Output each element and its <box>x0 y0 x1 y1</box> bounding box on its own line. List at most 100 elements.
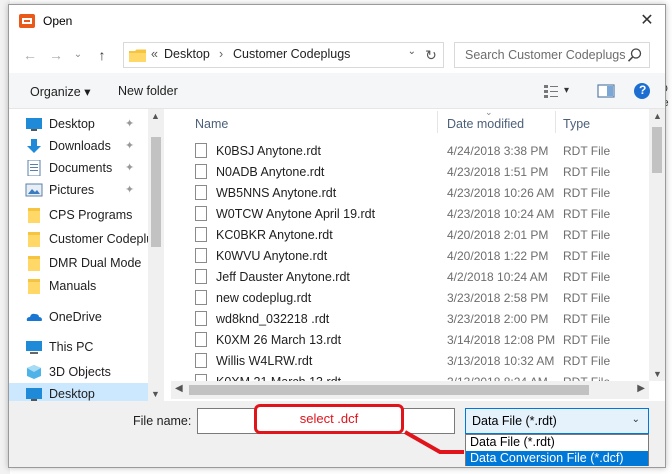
nav-item-pictures[interactable]: Pictures ✦ <box>25 179 163 201</box>
scroll-up-arrow-icon[interactable]: ▲ <box>151 111 160 121</box>
nav-item-cps-programs[interactable]: CPS Programs <box>25 204 163 226</box>
file-type-dropdown[interactable]: Data File (*.rdt) ⌄ <box>465 408 649 434</box>
nav-item-desktop[interactable]: Desktop ✦ <box>25 113 163 135</box>
recent-locations-icon[interactable]: ⌄ <box>69 46 87 64</box>
nav-item-label: Documents <box>49 161 113 175</box>
nav-item-label: Desktop <box>49 117 95 131</box>
file-list-horizontal-scrollbar[interactable]: ◀ ▶ <box>171 381 649 399</box>
file-date: 4/2/2018 10:24 AM <box>447 270 548 284</box>
nav-item-3d-objects[interactable]: 3D Objects <box>25 361 163 383</box>
breadcrumb-desktop[interactable]: Desktop <box>164 47 210 61</box>
file-type: RDT File <box>563 186 611 200</box>
scroll-right-arrow-icon[interactable]: ▶ <box>637 383 645 394</box>
file-type: RDT File <box>563 354 611 368</box>
open-file-dialog: Open ✕ ← → ⌄ ↑ « Desktop › Customer Code… <box>8 4 666 468</box>
nav-item-dmr-dual-mode[interactable]: DMR Dual Mode <box>25 252 163 274</box>
nav-item-label: Manuals <box>49 279 97 293</box>
folder-icon <box>28 256 40 271</box>
file-type: RDT File <box>563 228 611 242</box>
refresh-icon[interactable]: ↻ <box>421 45 441 65</box>
file-icon <box>195 311 207 326</box>
scrollbar-thumb[interactable] <box>189 385 589 395</box>
view-menu-chevron-icon[interactable]: ▾ <box>564 85 569 96</box>
file-row[interactable]: K0BSJ Anytone.rdt 4/24/2018 3:38 PM RDT Fi… <box>171 140 649 161</box>
annotation-callout: select .dcf <box>254 404 404 434</box>
callout-text: select .dcf <box>299 411 359 426</box>
scroll-down-arrow-icon[interactable]: ▼ <box>653 369 662 379</box>
scrollbar-thumb[interactable] <box>151 137 161 247</box>
scroll-down-arrow-icon[interactable]: ▼ <box>151 389 160 399</box>
address-bar[interactable]: « Desktop › Customer Codeplugs ⌄ <box>123 42 444 68</box>
file-name: KC0BKR Anytone.rdt <box>216 228 333 242</box>
back-arrow-icon[interactable]: ← <box>21 46 39 64</box>
file-name: W0TCW Anytone April 19.rdt <box>216 207 376 221</box>
folder-icon <box>129 49 146 62</box>
file-type-option-rdt[interactable]: Data File (*.rdt) <box>466 435 648 450</box>
close-icon[interactable]: ✕ <box>637 11 657 31</box>
file-row[interactable]: wd8knd_032218 .rdt 3/23/2018 2:00 PM RDT F… <box>171 308 649 329</box>
preview-pane-icon[interactable] <box>596 82 616 100</box>
search-placeholder: Search Customer Codeplugs <box>465 48 626 62</box>
file-row[interactable]: N0ADB Anytone.rdt 4/23/2018 1:51 PM RDT Fi… <box>171 161 649 182</box>
nav-item-manuals[interactable]: Manuals <box>25 275 163 297</box>
breadcrumb-separator: › <box>219 47 224 61</box>
file-row[interactable]: new codeplug.rdt 3/23/2018 2:58 PM RDT Fil… <box>171 287 649 308</box>
address-dropdown-icon[interactable]: ⌄ <box>408 46 416 57</box>
file-date: 3/13/2018 10:32 AM <box>447 354 555 368</box>
nav-item-documents[interactable]: Documents ✦ <box>25 157 163 179</box>
navigation-pane: Desktop ✦ Downloads ✦ Documents ✦ Pictur… <box>9 109 164 403</box>
file-type-options-list: Data File (*.rdt) Data Conversion File (… <box>465 434 649 466</box>
breadcrumb-overflow[interactable]: « <box>151 47 158 61</box>
file-row[interactable]: WB5NNS Anytone.rdt 4/23/2018 10:26 AM RDT … <box>171 182 649 203</box>
file-icon <box>195 143 207 158</box>
column-divider[interactable] <box>555 111 556 133</box>
search-icon[interactable] <box>627 47 643 63</box>
column-header-date-modified[interactable]: Date modified <box>447 117 524 131</box>
file-row[interactable]: K0XM 26 March 13.rdt 3/14/2018 12:08 PM RD… <box>171 329 649 350</box>
pin-icon: ✦ <box>125 140 135 152</box>
scroll-left-arrow-icon[interactable]: ◀ <box>175 383 183 394</box>
file-row[interactable]: Jeff Dauster Anytone.rdt 4/2/2018 10:24 A… <box>171 266 649 287</box>
scrollbar-thumb[interactable] <box>652 127 662 173</box>
title-bar[interactable]: Open ✕ <box>9 5 665 37</box>
nav-item-onedrive[interactable]: OneDrive <box>25 306 163 328</box>
file-row[interactable]: Willis W4LRW.rdt 3/13/2018 10:32 AM RDT Fi… <box>171 350 649 371</box>
file-type: RDT File <box>563 144 611 158</box>
file-type: RDT File <box>563 333 611 347</box>
nav-item-desktop-selected[interactable]: Desktop <box>9 383 164 403</box>
file-list-vertical-scrollbar[interactable]: ▲ ▼ <box>649 109 665 381</box>
dialog-title: Open <box>43 14 73 28</box>
scroll-up-arrow-icon[interactable]: ▲ <box>653 111 662 121</box>
file-date: 4/20/2018 1:22 PM <box>447 249 549 263</box>
search-box[interactable]: Search Customer Codeplugs <box>454 42 650 68</box>
nav-item-this-pc[interactable]: This PC <box>25 336 163 358</box>
file-type-option-dcf[interactable]: Data Conversion File (*.dcf) <box>466 451 648 466</box>
view-options-icon[interactable] <box>542 82 560 100</box>
file-name: K0BSJ Anytone.rdt <box>216 144 321 158</box>
forward-arrow-icon[interactable]: → <box>47 46 65 64</box>
nav-item-downloads[interactable]: Downloads ✦ <box>25 135 163 157</box>
help-glyph: ? <box>639 83 647 97</box>
nav-item-label: This PC <box>49 340 94 354</box>
new-folder-button[interactable]: New folder <box>118 84 178 98</box>
file-row[interactable]: W0TCW Anytone April 19.rdt 4/23/2018 10:2… <box>171 203 649 224</box>
nav-item-customer-codeplugs[interactable]: Customer Codeplugs <box>25 228 163 250</box>
column-header-type[interactable]: Type <box>563 117 590 131</box>
file-icon <box>195 332 207 347</box>
pc-icon <box>26 341 42 354</box>
file-name: N0ADB Anytone.rdt <box>216 165 325 179</box>
file-type: RDT File <box>563 312 611 326</box>
breadcrumb-customer-codeplugs[interactable]: Customer Codeplugs <box>233 47 350 61</box>
file-icon <box>195 185 207 200</box>
file-icon <box>195 248 207 263</box>
up-arrow-icon[interactable]: ↑ <box>93 46 111 64</box>
file-row[interactable]: KC0BKR Anytone.rdt 4/20/2018 2:01 PM RDT F… <box>171 224 649 245</box>
column-header-name[interactable]: Name <box>195 117 228 131</box>
nav-item-label: OneDrive <box>49 310 102 324</box>
folder-icon <box>28 232 40 247</box>
column-divider[interactable] <box>437 111 438 133</box>
nav-pane-scrollbar[interactable]: ▲ ▼ <box>148 109 164 401</box>
file-date: 4/23/2018 1:51 PM <box>447 165 549 179</box>
organize-menu-button[interactable]: Organize ▾ <box>30 84 90 99</box>
file-row[interactable]: K0WVU Anytone.rdt 4/20/2018 1:22 PM RDT Fi… <box>171 245 649 266</box>
